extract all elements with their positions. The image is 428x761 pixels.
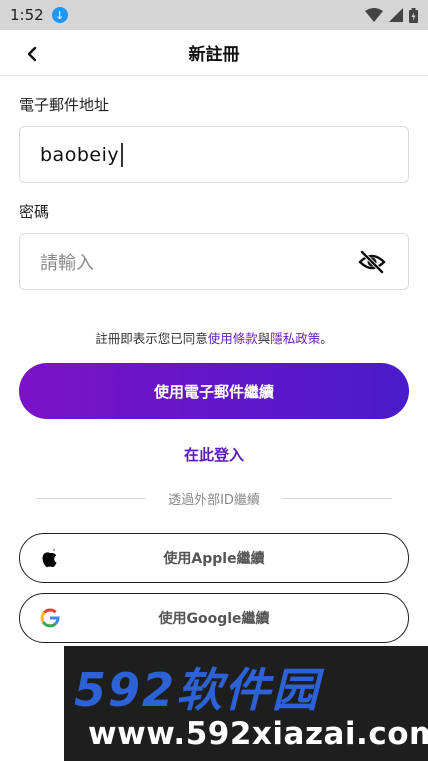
signal-icon	[389, 8, 403, 22]
apple-button-label: 使用Apple繼續	[163, 551, 265, 567]
terms-suffix: 。	[320, 331, 333, 346]
status-icons	[365, 7, 418, 23]
google-button-label: 使用Google繼續	[158, 611, 270, 627]
login-link[interactable]: 在此登入	[19, 444, 409, 465]
terms-text: 註冊即表示您已同意使用條款與隱私政策。	[19, 328, 409, 347]
download-icon: ↓	[51, 7, 68, 23]
terms-of-use-link[interactable]: 使用條款	[208, 331, 258, 346]
email-continue-button[interactable]: 使用電子郵件繼續	[19, 363, 409, 419]
status-bar: 1:52 ↓	[0, 0, 428, 30]
privacy-policy-link[interactable]: 隱私政策	[270, 331, 320, 346]
back-button[interactable]	[20, 42, 44, 66]
apple-continue-button[interactable]: 使用Apple繼續	[19, 533, 409, 583]
watermark-brand-cn: 软件园	[176, 663, 321, 717]
divider-line-right	[281, 498, 393, 499]
email-field[interactable]: baobeiy	[19, 126, 409, 183]
watermark-url: www.592xiazai.com	[88, 716, 428, 752]
password-placeholder: 請輸入	[40, 252, 94, 274]
external-id-divider: 透過外部ID繼續	[19, 489, 409, 508]
eye-off-icon[interactable]	[358, 250, 386, 274]
header: 新註冊	[0, 30, 428, 76]
wifi-icon	[365, 8, 383, 22]
email-value: baobeiy	[40, 143, 120, 166]
watermark-brand: 592软件园	[74, 654, 320, 720]
email-label: 電子郵件地址	[19, 96, 110, 114]
watermark-logo: 592软件园 www.592xiazai.com	[64, 646, 428, 761]
watermark-brand-number: 592	[74, 663, 177, 717]
terms-prefix: 註冊即表示您已同意	[95, 331, 208, 346]
terms-middle: 與	[257, 331, 271, 346]
chevron-left-icon	[27, 46, 37, 62]
google-icon	[40, 608, 60, 628]
divider-line-left	[36, 498, 147, 499]
form: 電子郵件地址 baobeiy 密碼 請輸入 註冊即表示您已同意使用條款與隱私政策…	[0, 94, 428, 643]
password-label: 密碼	[19, 203, 50, 221]
status-time: 1:52	[10, 6, 44, 24]
apple-icon	[42, 548, 57, 568]
page-title: 新註冊	[188, 45, 240, 65]
text-caret	[121, 142, 124, 167]
password-field[interactable]: 請輸入	[19, 233, 409, 290]
google-continue-button[interactable]: 使用Google繼續	[19, 593, 409, 643]
battery-icon	[409, 7, 418, 23]
divider-text: 透過外部ID繼續	[168, 493, 260, 508]
